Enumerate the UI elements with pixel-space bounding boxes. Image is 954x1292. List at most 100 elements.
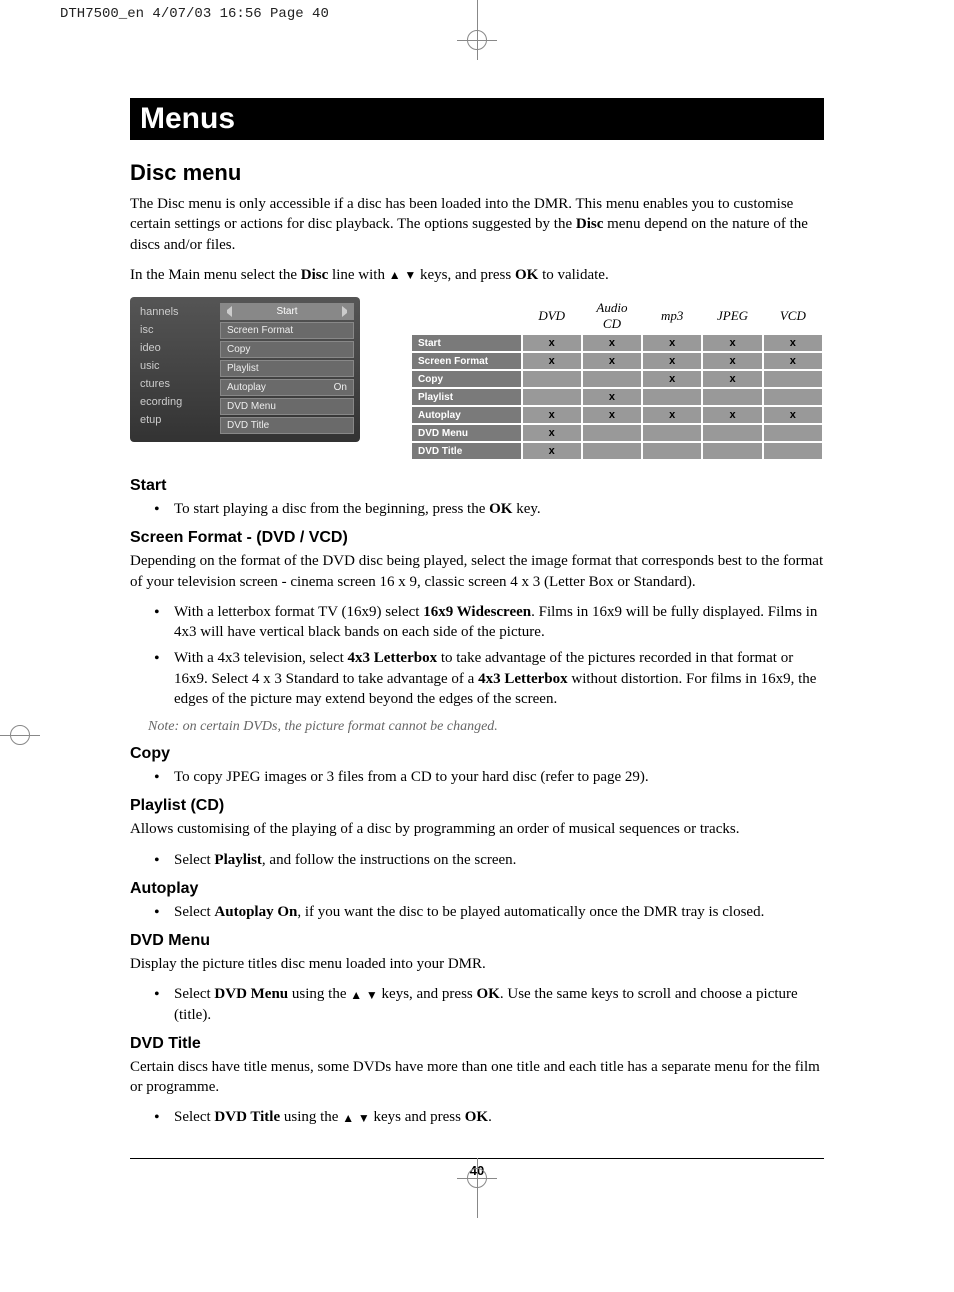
table-cell	[522, 370, 582, 388]
left-arrow-icon	[227, 306, 232, 317]
crop-mark-top	[457, 0, 497, 60]
menu-right-item: Copy	[220, 341, 354, 358]
table-cell: x	[702, 352, 762, 370]
table-row-header: Playlist	[411, 388, 522, 406]
paragraph-dvd-title: Certain discs have title menus, some DVD…	[130, 1057, 824, 1098]
section-heading-disc-menu: Disc menu	[130, 160, 824, 186]
table-cell	[702, 442, 762, 460]
table-cell: x	[582, 406, 642, 424]
intro-paragraph-1: The Disc menu is only accessible if a di…	[130, 194, 824, 255]
table-cell: x	[582, 334, 642, 352]
paragraph-playlist: Allows customising of the playing of a d…	[130, 819, 824, 839]
table-cell: x	[642, 370, 702, 388]
heading-dvd-title: DVD Title	[130, 1035, 824, 1053]
table-col-header: Audio CD	[582, 298, 642, 334]
table-cell	[763, 442, 823, 460]
table-cell	[702, 388, 762, 406]
menu-left-item: usic	[136, 357, 216, 375]
table-row-header: Autoplay	[411, 406, 522, 424]
table-row: Screen Formatxxxxx	[411, 352, 823, 370]
heading-playlist: Playlist (CD)	[130, 797, 824, 815]
down-arrow-icon: ▼	[404, 267, 416, 283]
table-row-header: Start	[411, 334, 522, 352]
table-row: DVD Menux	[411, 424, 823, 442]
table-cell: x	[642, 406, 702, 424]
bullet-dvd-menu: Select DVD Menu using the ▲ ▼ keys, and …	[160, 984, 824, 1025]
menu-right-item: AutoplayOn	[220, 379, 354, 396]
table-cell	[763, 424, 823, 442]
menu-left-item: etup	[136, 411, 216, 429]
down-arrow-icon: ▼	[366, 987, 378, 1003]
up-arrow-icon: ▲	[389, 267, 401, 283]
menu-right-item: Screen Format	[220, 322, 354, 339]
table-row-header: DVD Menu	[411, 424, 522, 442]
bullet-sf-2: With a 4x3 television, select 4x3 Letter…	[160, 648, 824, 709]
heading-dvd-menu: DVD Menu	[130, 932, 824, 950]
table-row: Copy xx	[411, 370, 823, 388]
table-cell: x	[522, 424, 582, 442]
table-cell	[642, 388, 702, 406]
bullet-copy: To copy JPEG images or 3 files from a CD…	[160, 767, 824, 787]
bullet-playlist: Select Playlist, and follow the instruct…	[160, 850, 824, 870]
crop-mark-bottom	[457, 1158, 497, 1218]
table-cell: x	[702, 370, 762, 388]
table-cell	[582, 424, 642, 442]
menu-screenshot: hannelsiscideousiccturesecordingetup Sta…	[130, 297, 360, 442]
table-cell	[582, 442, 642, 460]
menu-left-item: isc	[136, 321, 216, 339]
up-arrow-icon: ▲	[350, 987, 362, 1003]
title-bar: Menus	[130, 98, 824, 140]
menu-right-item: Start	[220, 303, 354, 320]
table-cell	[642, 424, 702, 442]
table-cell	[763, 370, 823, 388]
table-row-header: Screen Format	[411, 352, 522, 370]
menu-left-item: ctures	[136, 375, 216, 393]
table-cell: x	[522, 442, 582, 460]
table-cell	[702, 424, 762, 442]
right-arrow-icon	[342, 306, 347, 317]
table-cell: x	[642, 334, 702, 352]
up-arrow-icon: ▲	[342, 1110, 354, 1126]
compatibility-table: DVDAudio CDmp3JPEGVCD StartxxxxxScreen F…	[410, 297, 824, 461]
menu-left-item: ideo	[136, 339, 216, 357]
bullet-start: To start playing a disc from the beginni…	[160, 499, 824, 519]
table-col-header: DVD	[522, 298, 582, 334]
table-cell: x	[522, 406, 582, 424]
heading-start: Start	[130, 477, 824, 495]
table-cell	[582, 370, 642, 388]
table-cell: x	[763, 334, 823, 352]
down-arrow-icon: ▼	[358, 1110, 370, 1126]
bullet-dvd-title: Select DVD Title using the ▲ ▼ keys and …	[160, 1107, 824, 1127]
menu-right-item: DVD Menu	[220, 398, 354, 415]
menu-right-item: Playlist	[220, 360, 354, 377]
table-row: DVD Titlex	[411, 442, 823, 460]
table-cell	[763, 388, 823, 406]
table-row-header: Copy	[411, 370, 522, 388]
table-cell: x	[702, 334, 762, 352]
table-row-header: DVD Title	[411, 442, 522, 460]
paragraph-screen-format: Depending on the format of the DVD disc …	[130, 551, 824, 592]
table-cell: x	[763, 406, 823, 424]
table-cell: x	[702, 406, 762, 424]
table-cell: x	[582, 352, 642, 370]
bullet-autoplay: Select Autoplay On, if you want the disc…	[160, 902, 824, 922]
table-cell	[642, 442, 702, 460]
menu-left-item: hannels	[136, 303, 216, 321]
menu-left-item: ecording	[136, 393, 216, 411]
table-cell: x	[522, 352, 582, 370]
note-screen-format: Note: on certain DVDs, the picture forma…	[148, 719, 824, 735]
table-cell: x	[763, 352, 823, 370]
table-cell: x	[582, 388, 642, 406]
page-content: Menus Disc menu The Disc menu is only ac…	[0, 28, 954, 1218]
heading-screen-format: Screen Format - (DVD / VCD)	[130, 529, 824, 547]
paragraph-dvd-menu: Display the picture titles disc menu loa…	[130, 954, 824, 974]
table-col-header: mp3	[642, 298, 702, 334]
menu-right-item: DVD Title	[220, 417, 354, 434]
intro-paragraph-2: In the Main menu select the Disc line wi…	[130, 265, 824, 285]
table-cell: x	[642, 352, 702, 370]
heading-autoplay: Autoplay	[130, 880, 824, 898]
table-row: Playlist x	[411, 388, 823, 406]
heading-copy: Copy	[130, 745, 824, 763]
table-col-header: VCD	[763, 298, 823, 334]
table-col-header: JPEG	[702, 298, 762, 334]
